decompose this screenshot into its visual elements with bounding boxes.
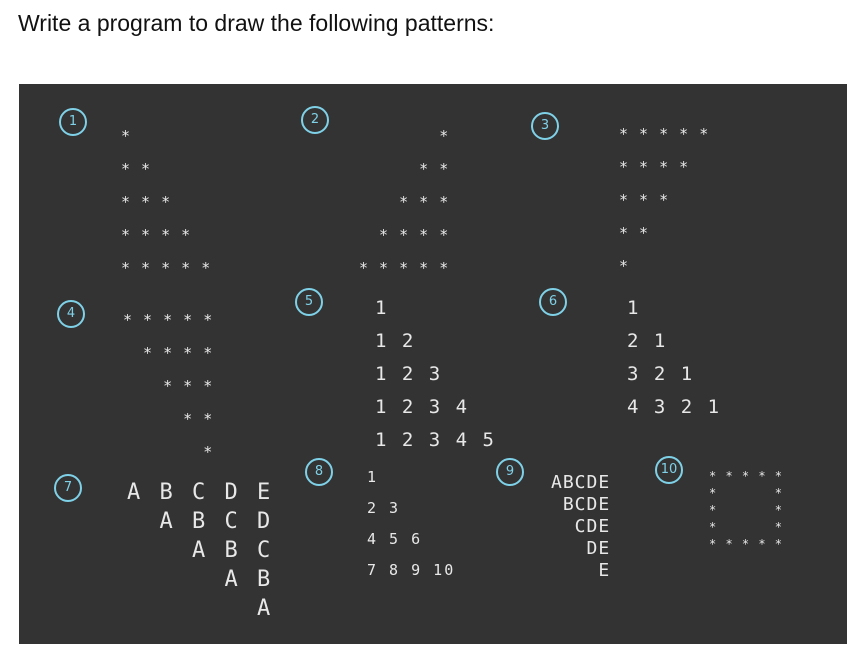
pattern-2-star-right-triangle: * * * * * * * * * * * * * * * [359, 127, 450, 277]
pattern-3-star-inverted-triangle: * * * * * * * * * * * * * * * [619, 125, 710, 275]
pattern-5-number-badge: 5 [295, 288, 323, 316]
pattern-7-number-badge: 7 [54, 474, 82, 502]
pattern-5-number-triangle: 1 1 2 1 2 3 1 2 3 4 1 2 3 4 5 [375, 297, 496, 451]
pattern-3-number-badge: 3 [531, 112, 559, 140]
pattern-8-number-badge: 8 [305, 458, 333, 486]
pattern-2-number-badge: 2 [301, 106, 329, 134]
pattern-9-number-badge: 9 [496, 458, 524, 486]
pattern-8-floyd-triangle: 1 2 3 4 5 6 7 8 9 10 [367, 468, 456, 579]
pattern-4-star-inverted-right-triangle: * * * * * * * * * * * * * * * [123, 311, 214, 461]
page-heading: Write a program to draw the following pa… [18, 10, 495, 36]
pattern-10-number-badge: 10 [655, 456, 683, 484]
pattern-6-reverse-number-triangle: 1 2 1 3 2 1 4 3 2 1 [627, 297, 722, 418]
pattern-4-number-badge: 4 [57, 300, 85, 328]
pattern-1-number-badge: 1 [59, 108, 87, 136]
pattern-6-number-badge: 6 [539, 288, 567, 316]
chalkboard: 1 2 3 4 5 6 7 8 9 10 * * * * * * * * * *… [19, 84, 847, 644]
pattern-9-letter-inverted-triangle: ABCDE BCDE CDE DE E [551, 472, 611, 581]
pattern-7-letter-triangle: A B C D E A B C D A B C A B A [127, 480, 274, 621]
pattern-1-star-triangle: * * * * * * * * * * * * * * * [121, 127, 212, 277]
pattern-10-hollow-square: * * * * * * * * * * * * * * * * [709, 469, 784, 551]
